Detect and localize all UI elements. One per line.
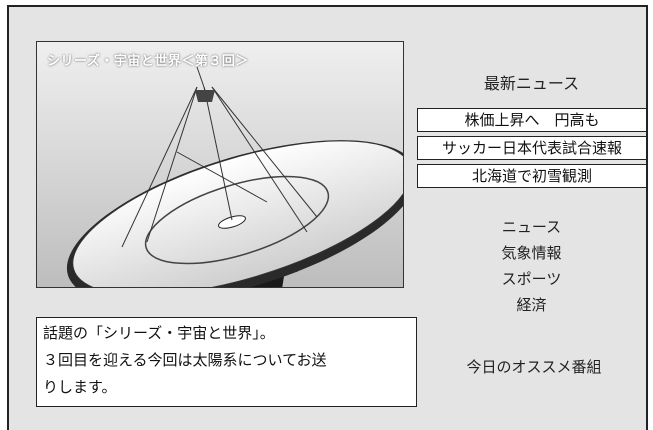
headline-item[interactable]: 北海道で初雪観測	[417, 164, 647, 188]
news-heading: 最新ニュース	[483, 74, 580, 93]
radio-telescope-image	[66, 66, 403, 287]
menu-item-sports[interactable]: スポーツ	[415, 266, 648, 292]
headline-item[interactable]: 株価上昇へ 円高も	[417, 108, 647, 132]
video-preview[interactable]: シリーズ・宇宙と世界＜第３回＞	[36, 41, 404, 288]
program-description: 話題の「シリーズ・宇宙と世界」。 ３回目を迎える今回は太陽系についてお送 りしま…	[36, 317, 417, 407]
description-line: りします。	[43, 378, 117, 396]
headline-list: 株価上昇へ 円高も サッカー日本代表試合速報 北海道で初雪観測	[417, 108, 647, 192]
menu-item-weather[interactable]: 気象情報	[415, 240, 648, 266]
category-menu: ニュース 気象情報 スポーツ 経済	[415, 214, 648, 318]
video-title: シリーズ・宇宙と世界＜第３回＞	[47, 54, 249, 69]
recommended-programs-link[interactable]: 今日のオススメ番組	[420, 356, 648, 377]
headline-item[interactable]: サッカー日本代表試合速報	[417, 136, 647, 160]
menu-item-news[interactable]: ニュース	[415, 214, 648, 240]
description-line: 話題の「シリーズ・宇宙と世界」。	[43, 324, 275, 342]
description-line: ３回目を迎える今回は太陽系についてお送	[43, 351, 327, 369]
menu-item-economy[interactable]: 経済	[415, 292, 648, 318]
